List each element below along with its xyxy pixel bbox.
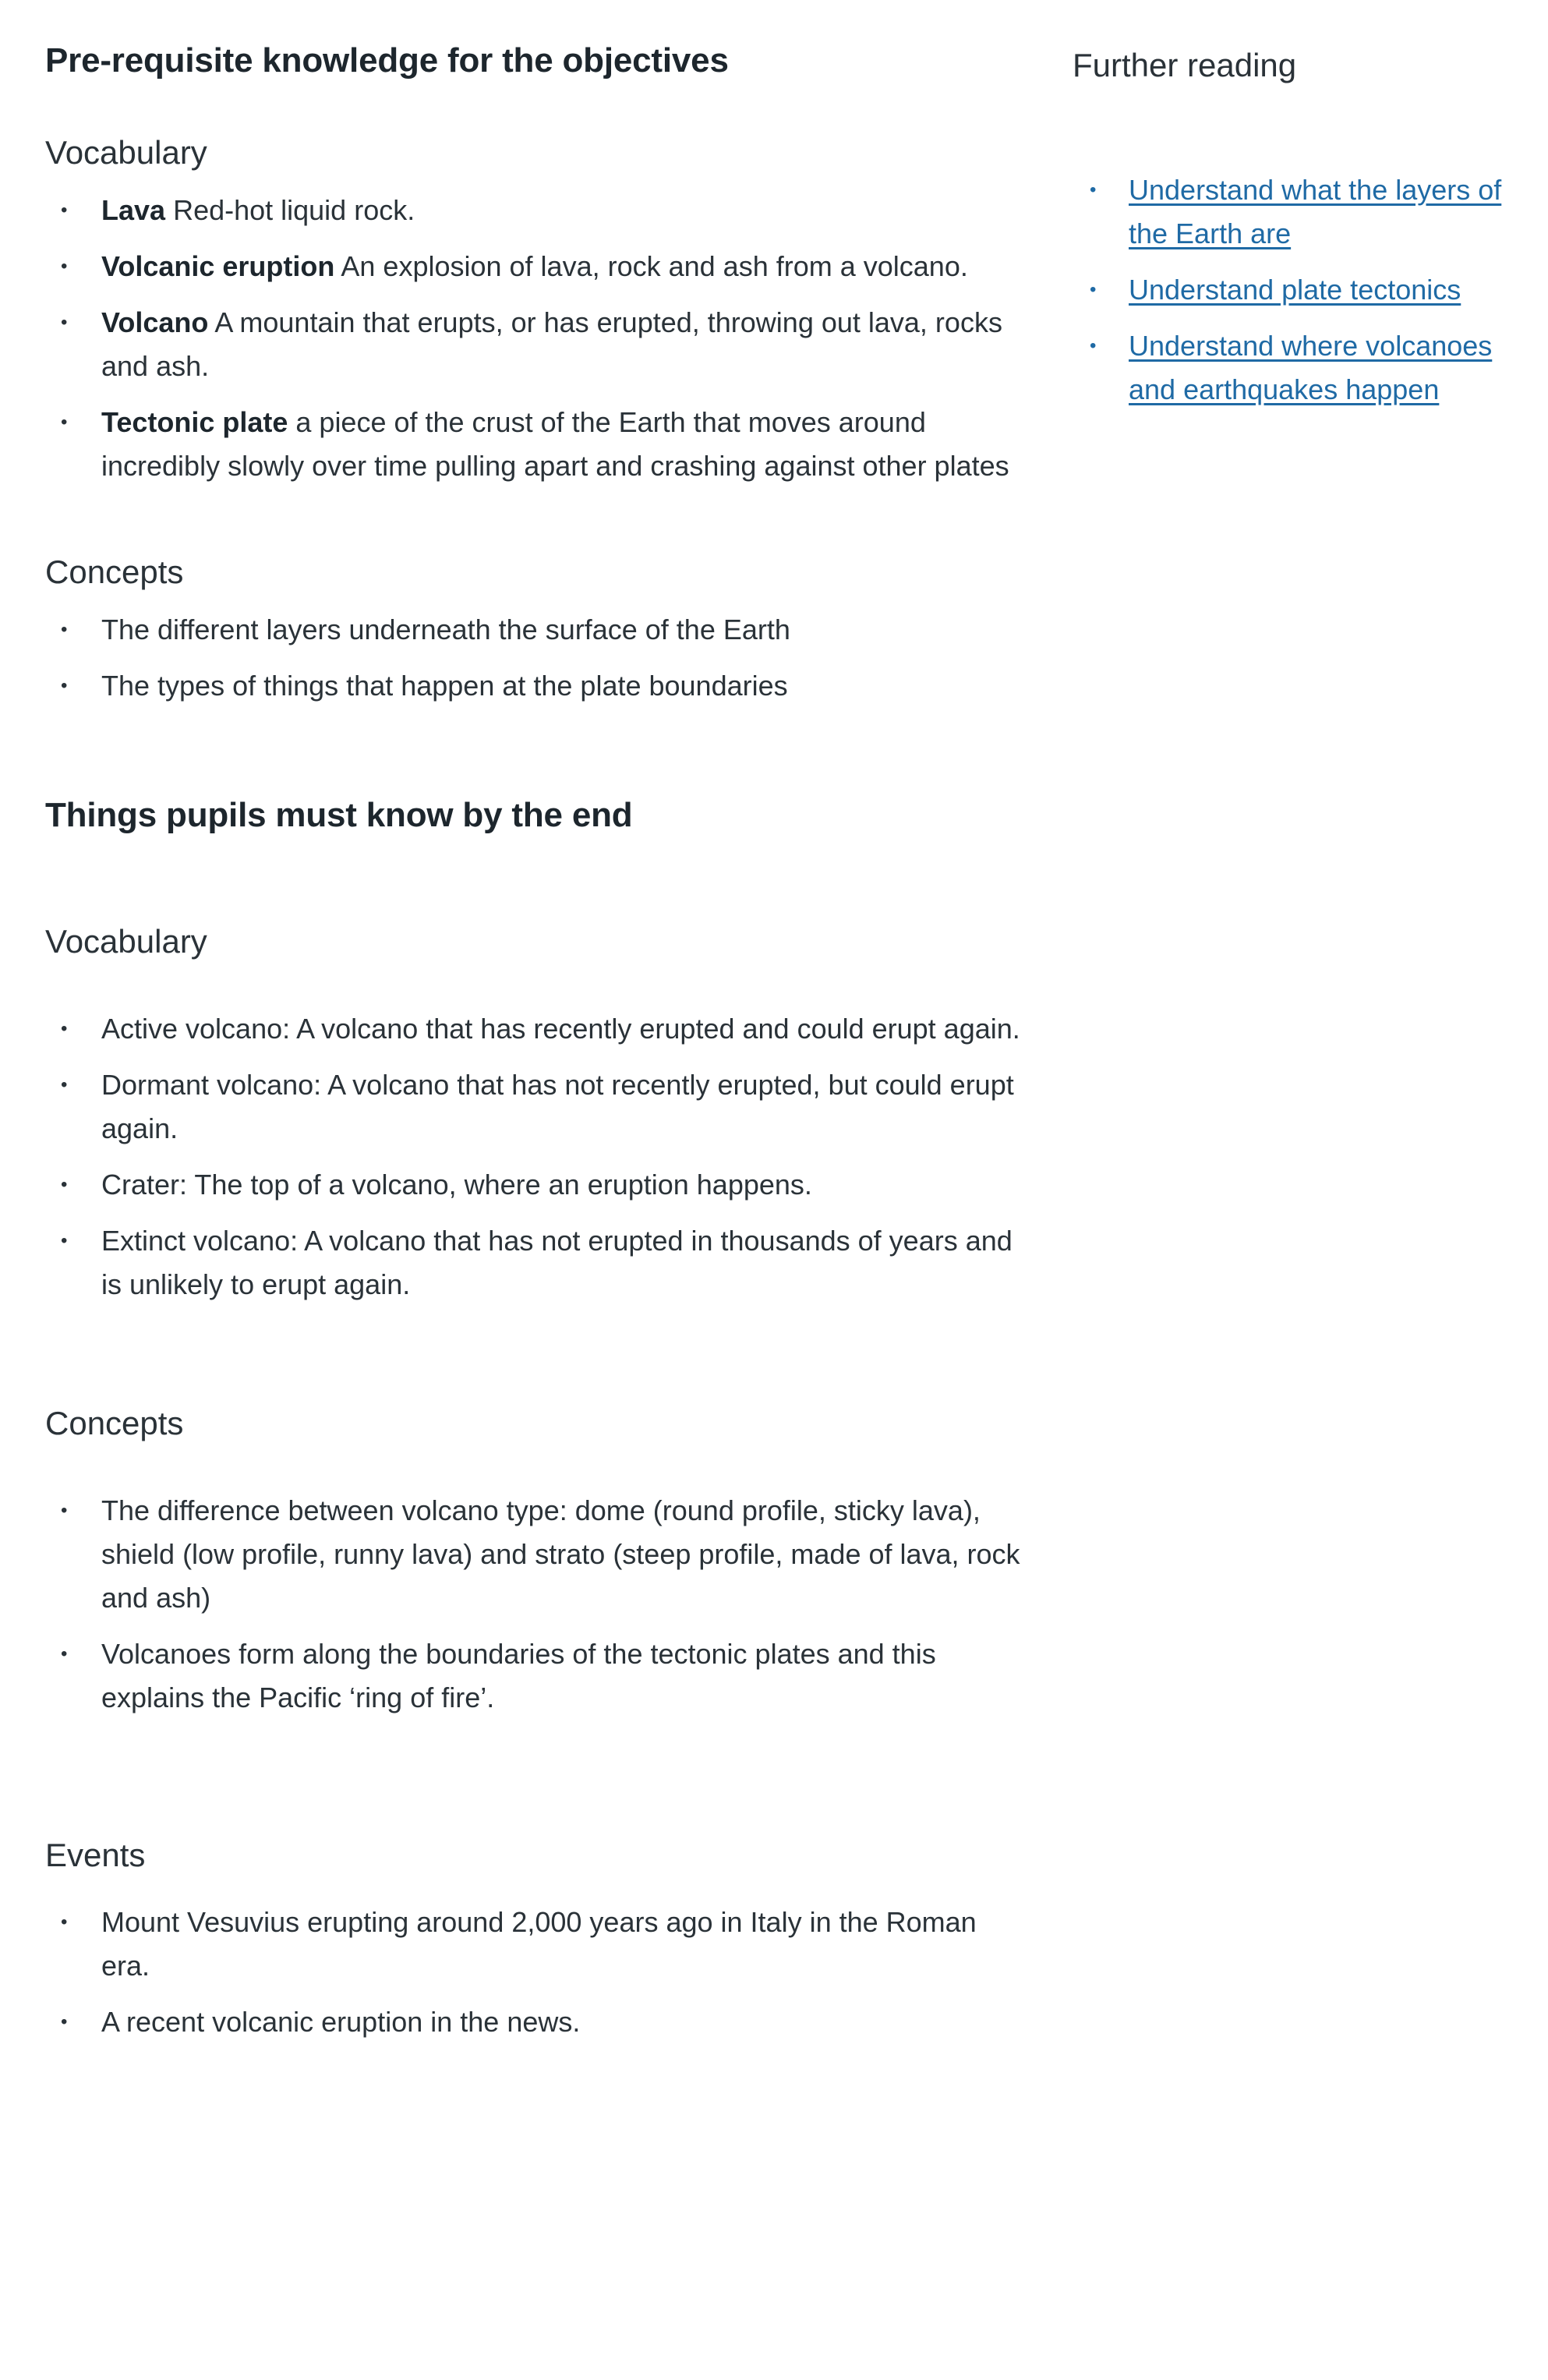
list-item: Understand where volcanoes and earthquak… (1073, 324, 1525, 412)
main-content: Pre-requisite knowledge for the objectiv… (45, 34, 1027, 2056)
end-concepts-list: The difference between volcano type: dom… (45, 1489, 1027, 1720)
prerequisite-vocabulary-heading: Vocabulary (45, 134, 207, 171)
vocab-term: Lava (101, 194, 166, 226)
list-item: Active volcano: A volcano that has recen… (45, 1007, 1027, 1051)
further-reading-heading: Further reading (1073, 47, 1297, 83)
list-item: A recent volcanic eruption in the news. (45, 2000, 1027, 2044)
vocab-definition: A mountain that erupts, or has erupted, … (101, 306, 1002, 382)
vocab-definition: Red-hot liquid rock. (165, 194, 415, 226)
further-reading-links: Understand what the layers of the Earth … (1073, 168, 1525, 412)
end-knowledge-title: Things pupils must know by the end (45, 796, 633, 834)
list-item: Tectonic plate a piece of the crust of t… (45, 401, 1027, 488)
prerequisite-section: Pre-requisite knowledge for the objectiv… (45, 34, 1027, 708)
end-events-list: Mount Vesuvius erupting around 2,000 yea… (45, 1901, 1027, 2044)
list-item: Understand plate tectonics (1073, 268, 1525, 312)
list-item: Dormant volcano: A volcano that has not … (45, 1063, 1027, 1151)
prerequisite-vocabulary-list: Lava Red-hot liquid rock. Volcanic erupt… (45, 189, 1027, 488)
list-item: Understand what the layers of the Earth … (1073, 168, 1525, 256)
further-reading-link-plate-tectonics[interactable]: Understand plate tectonics (1073, 268, 1525, 312)
end-vocabulary-heading: Vocabulary (45, 923, 207, 960)
vocab-term: Volcano (101, 306, 209, 338)
list-item: Volcanic eruption An explosion of lava, … (45, 245, 1027, 288)
prerequisite-title: Pre-requisite knowledge for the objectiv… (45, 41, 729, 80)
list-item: Mount Vesuvius erupting around 2,000 yea… (45, 1901, 1027, 1988)
further-reading-link-volcanoes-earthquakes[interactable]: Understand where volcanoes and earthquak… (1073, 324, 1525, 412)
vocab-term: Volcanic eruption (101, 250, 335, 282)
end-concepts-heading: Concepts (45, 1405, 184, 1441)
list-item: Lava Red-hot liquid rock. (45, 189, 1027, 232)
end-vocabulary-list: Active volcano: A volcano that has recen… (45, 1007, 1027, 1307)
list-item: Extinct volcano: A volcano that has not … (45, 1219, 1027, 1307)
list-item: The difference between volcano type: dom… (45, 1489, 1027, 1620)
end-events-heading: Events (45, 1837, 146, 1873)
list-item: The types of things that happen at the p… (45, 664, 1027, 708)
prerequisite-concepts-list: The different layers underneath the surf… (45, 608, 1027, 708)
further-reading-link-layers[interactable]: Understand what the layers of the Earth … (1073, 168, 1525, 256)
further-reading-sidebar: Further reading Understand what the laye… (1073, 44, 1525, 424)
end-knowledge-section: Things pupils must know by the end Vocab… (45, 789, 1027, 2044)
prerequisite-concepts-heading: Concepts (45, 553, 184, 590)
vocab-definition: An explosion of lava, rock and ash from … (334, 250, 968, 282)
list-item: Volcanoes form along the boundaries of t… (45, 1632, 1027, 1720)
vocab-term: Tectonic plate (101, 406, 288, 438)
list-item: Volcano A mountain that erupts, or has e… (45, 301, 1027, 388)
list-item: Crater: The top of a volcano, where an e… (45, 1163, 1027, 1207)
list-item: The different layers underneath the surf… (45, 608, 1027, 652)
